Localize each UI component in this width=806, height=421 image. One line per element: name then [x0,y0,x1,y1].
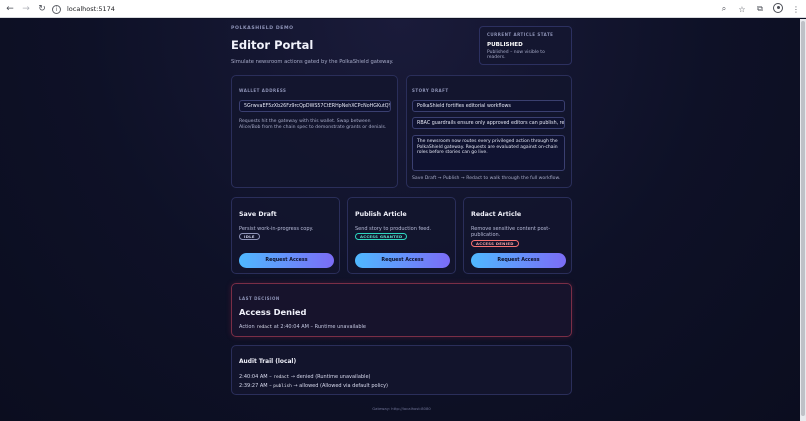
request-access-redact-button[interactable]: Request Access [471,253,566,268]
audit-trail-panel: Audit Trail (local) 2:40:04 AM – redact … [231,345,572,395]
browser-actions: ⌕ ☆ ⧉ ⋮ [718,2,802,16]
article-state-label: CURRENT ARTICLE STATE [487,32,554,37]
forward-arrow-icon[interactable]: → [20,3,32,15]
decision-action-code: redact [256,325,273,330]
last-decision-title: Access Denied [239,307,307,317]
article-state-card: CURRENT ARTICLE STATE PUBLISHED Publishe… [479,26,572,65]
page-scrollbar[interactable] [800,19,806,421]
audit-entry-result: → denied (Runtime unavailable) [290,374,371,380]
request-access-publish-button[interactable]: Request Access [355,253,450,268]
page-title: Editor Portal [231,38,314,52]
action-card-save-draft: Save Draft Persist work-in-progress copy… [231,197,340,274]
audit-entry: 2:39:27 AM – publish → allowed (Allowed … [239,383,388,389]
audit-trail-title: Audit Trail (local) [239,359,297,365]
action-description: Remove sensitive content post-publicatio… [471,226,551,238]
wallet-panel: WALLET ADDRESS 5GrwvaEF5zXb26Fz9rcQpDWS5… [231,75,398,188]
audit-entry-action: redact [273,375,290,380]
app-eyebrow: POLKASHIELD DEMO [231,26,294,31]
action-description: Send story to production feed. [355,226,432,232]
last-decision-detail: Action redact at 2:40:04 AM – Runtime un… [239,324,366,330]
wallet-help-text: Requests hit the gateway with this walle… [239,119,387,130]
status-badge: ACCESS DENIED [471,240,519,247]
site-info-icon[interactable]: i [52,4,61,14]
audit-entry-action: publish [273,384,292,389]
scrollbar-thumb[interactable] [801,21,805,416]
audit-entry-result: → allowed (Allowed via default policy) [293,383,389,389]
decision-prefix: Action [239,324,255,330]
action-title: Publish Article [355,211,407,218]
extensions-icon[interactable]: ⧉ [754,4,766,14]
wallet-address-input[interactable]: 5GrwvaEF5zXb26Fz9rcQpDWS57CtERHpNehXCPcN… [239,100,391,112]
gateway-footer: Gateway: http://localhost:8080 [372,406,431,411]
last-decision-label: LAST DECISION [239,296,280,301]
profile-icon[interactable] [772,3,784,15]
story-title-input[interactable]: PolkaShield fortifies editorial workflow… [412,100,565,112]
action-title: Redact Article [471,211,522,218]
audit-entry-time: 2:39:27 AM – [239,383,272,389]
decision-suffix: at 2:40:04 AM – Runtime unavailable [273,324,367,330]
address-bar[interactable]: i localhost:5174 [52,2,712,16]
story-draft-label: STORY DRAFT [412,88,449,93]
zoom-icon[interactable]: ⌕ [718,4,730,14]
request-access-save-draft-button[interactable]: Request Access [239,253,334,268]
story-draft-panel: STORY DRAFT PolkaShield fortifies editor… [406,75,572,188]
browser-menu-icon[interactable]: ⋮ [790,5,802,14]
action-card-publish-article: Publish Article Send story to production… [347,197,456,274]
reload-icon[interactable]: ↻ [36,3,48,15]
action-description: Persist work-in-progress copy. [239,226,314,232]
address-bar-url[interactable]: localhost:5174 [67,5,115,13]
action-title: Save Draft [239,211,277,218]
story-body-textarea[interactable]: The newsroom now routes every privileged… [412,135,565,171]
status-badge: IDLE [239,233,260,240]
story-summary-input[interactable]: RBAC guardrails ensure only approved edi… [412,117,565,129]
article-state-note: Published – now visible to readers. [487,50,545,60]
browser-toolbar: ← → ↻ i localhost:5174 ⌕ ☆ ⧉ ⋮ [0,0,806,18]
back-arrow-icon[interactable]: ← [4,3,16,15]
status-badge: ACCESS GRANTED [355,233,408,240]
page-subtitle: Simulate newsroom actions gated by the P… [231,59,394,65]
wallet-label: WALLET ADDRESS [239,88,287,93]
article-state-value: PUBLISHED [487,42,523,48]
audit-entry-time: 2:40:04 AM – [239,374,272,380]
action-card-redact-article: Redact Article Remove sensitive content … [463,197,572,274]
story-help-text: Save Draft → Publish → Redact to walk th… [412,176,561,181]
last-decision-panel: LAST DECISION Access Denied Action redac… [231,283,572,337]
page-viewport: POLKASHIELD DEMO Editor Portal Simulate … [0,19,800,421]
audit-entry: 2:40:04 AM – redact → denied (Runtime un… [239,374,370,380]
bookmark-star-icon[interactable]: ☆ [736,5,748,14]
